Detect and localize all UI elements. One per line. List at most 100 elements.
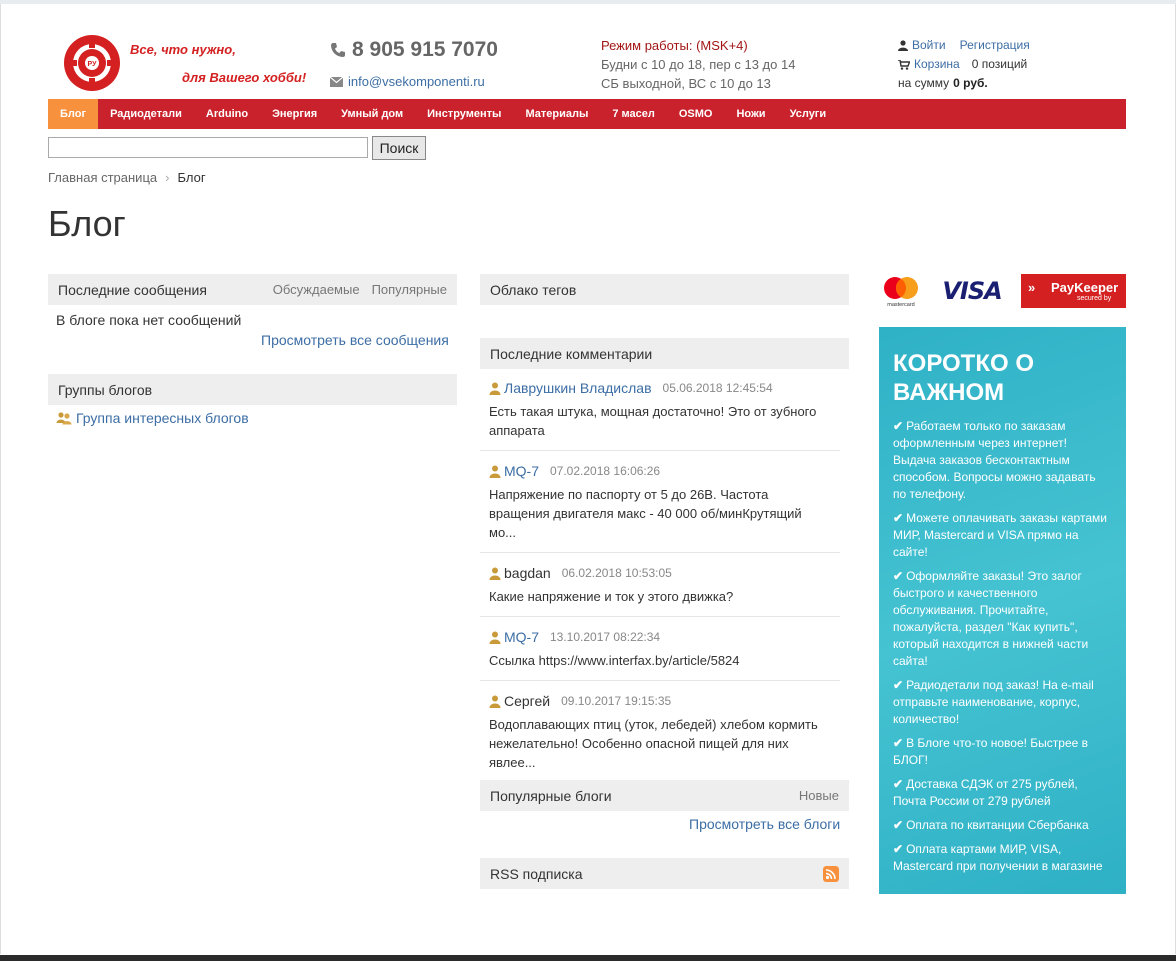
hours-title: Режим работы: (MSK+4) xyxy=(601,38,748,53)
check-icon: ✔ xyxy=(893,678,904,692)
search-button[interactable]: Поиск xyxy=(372,136,426,160)
nav-item-tools[interactable]: Инструменты xyxy=(415,99,513,129)
visa-logo: VISA xyxy=(942,277,1002,305)
info-point-text: Работаем только по заказам оформленным ч… xyxy=(893,419,1096,501)
nav-item-blog[interactable]: Блог xyxy=(48,99,99,129)
recent-comments-title: Последние комментарии xyxy=(490,345,653,362)
user-icon xyxy=(489,382,501,395)
check-icon: ✔ xyxy=(893,736,904,750)
comment-text[interactable]: Напряжение по паспорту от 5 до 26В. Част… xyxy=(489,485,831,542)
comment-date: 13.10.2017 08:22:34 xyxy=(550,630,661,644)
popular-blogs-header: Популярные блоги Новые xyxy=(480,780,849,811)
tag-cloud-header: Облако тегов xyxy=(480,274,849,305)
comment-text[interactable]: Есть такая штука, мощная достаточно! Это… xyxy=(489,402,831,440)
rss-icon[interactable] xyxy=(823,865,839,882)
info-point-text: Доставка СДЭК от 275 рублей, Почта Росси… xyxy=(893,777,1078,808)
cart-icon xyxy=(898,59,910,70)
user-icon xyxy=(489,465,501,478)
comment-text[interactable]: Какие напряжение и ток у этого движка? xyxy=(489,587,831,606)
nav-item-arduino[interactable]: Arduino xyxy=(194,99,260,129)
check-icon: ✔ xyxy=(893,569,904,583)
cart-link[interactable]: Корзина xyxy=(914,55,960,74)
group-icon xyxy=(56,412,72,425)
nav-item-knives[interactable]: Ножи xyxy=(724,99,777,129)
envelope-icon xyxy=(330,76,343,87)
nav-item-services[interactable]: Услуги xyxy=(778,99,839,129)
check-icon: ✔ xyxy=(893,818,904,832)
site-logo[interactable]: РУ xyxy=(62,33,122,93)
paykeeper-arrows-icon: » xyxy=(1028,280,1036,295)
bottom-bar xyxy=(0,955,1176,961)
nav-item-radiodetali[interactable]: Радиодетали xyxy=(98,99,194,129)
check-icon: ✔ xyxy=(893,511,904,525)
comment-item: MQ-7 07.02.2018 16:06:26 Напряжение по п… xyxy=(480,461,840,553)
recent-posts-title[interactable]: Последние сообщения xyxy=(58,282,207,298)
no-posts-message: В блоге пока нет сообщений xyxy=(56,312,242,328)
tab-discussed[interactable]: Обсуждаемые xyxy=(273,282,360,297)
comment-text[interactable]: Ссылка https://www.interfax.by/article/5… xyxy=(489,651,831,670)
frame-left-border xyxy=(0,4,1,954)
email-link[interactable]: info@vsekomponenti.ru xyxy=(330,74,485,89)
slogan-line-1: Все, что нужно, xyxy=(130,42,236,57)
blog-groups-title: Группы блогов xyxy=(58,381,153,398)
comments-list: Лаврушкин Владислав 05.06.2018 12:45:54 … xyxy=(480,378,840,792)
popular-blogs-title[interactable]: Популярные блоги xyxy=(490,788,612,804)
login-link[interactable]: Войти xyxy=(912,36,946,55)
comment-author: bagdan xyxy=(504,565,551,581)
nav-item-materials[interactable]: Материалы xyxy=(513,99,600,129)
account-block: Войти Регистрация Корзина 0 позиций на с… xyxy=(898,36,1030,93)
blog-group-link[interactable]: Группа интересных блогов xyxy=(76,410,249,426)
paykeeper-subtext: secured by xyxy=(1077,295,1112,302)
working-hours: Режим работы: (MSK+4) Будни с 10 до 18, … xyxy=(601,36,795,93)
nav-item-energy[interactable]: Энергия xyxy=(260,99,329,129)
nav-item-7-oils[interactable]: 7 масел xyxy=(600,99,667,129)
tab-new[interactable]: Новые xyxy=(799,788,839,803)
info-point-text[interactable]: В Блоге что-то новое! Быстрее в БЛОГ! xyxy=(893,736,1088,767)
check-icon: ✔ xyxy=(893,419,904,433)
comment-author: Сергей xyxy=(504,693,551,709)
blog-group-item[interactable]: Группа интересных блогов xyxy=(56,410,249,426)
comment-author[interactable]: Лаврушкин Владислав xyxy=(504,378,652,398)
nav-item-osmo[interactable]: OSMO xyxy=(667,99,725,129)
info-point: ✔ Радиодетали под заказ! На e-mail отправ… xyxy=(893,677,1112,728)
comment-date: 05.06.2018 12:45:54 xyxy=(662,381,773,395)
rss-header: RSS подписка xyxy=(480,858,849,889)
search-input[interactable] xyxy=(48,137,368,158)
comment-date: 06.02.2018 10:53:05 xyxy=(561,566,672,580)
comment-text[interactable]: Водоплавающих птиц (уток, лебедей) хлебо… xyxy=(489,715,831,772)
check-icon: ✔ xyxy=(893,777,904,791)
comment-item: Сергей 09.10.2017 19:15:35 Водоплавающих… xyxy=(480,691,840,782)
breadcrumb-current: Блог xyxy=(177,170,206,185)
user-icon xyxy=(489,567,501,580)
cart-sum-prefix: на сумму xyxy=(898,76,950,90)
register-link[interactable]: Регистрация xyxy=(960,36,1030,55)
main-nav: Блог Радиодетали Arduino Энергия Умный д… xyxy=(48,99,1126,129)
comment-author[interactable]: MQ-7 xyxy=(504,627,539,647)
view-all-posts-link[interactable]: Просмотреть все сообщения xyxy=(261,332,449,348)
svg-text:РУ: РУ xyxy=(88,61,98,68)
comment-author[interactable]: MQ-7 xyxy=(504,461,539,481)
breadcrumb-home[interactable]: Главная страница xyxy=(48,170,157,185)
view-all-blogs-link[interactable]: Просмотреть все блоги xyxy=(689,816,840,832)
info-point-text: Оплата картами МИР, VISA, Mastercard при… xyxy=(893,842,1103,873)
recent-posts-header: Последние сообщения Обсуждаемые Популярн… xyxy=(48,274,457,305)
blog-groups-header: Группы блогов xyxy=(48,374,457,405)
important-info-box: КОРОТКО О ВАЖНОМ ✔ Работаем только по зак… xyxy=(879,327,1126,894)
paykeeper-text: PayKeeper xyxy=(1051,280,1119,295)
phone-number[interactable]: 8 905 915 7070 xyxy=(330,38,498,62)
info-point: ✔ Оплата по квитанции Сбербанка xyxy=(893,817,1112,834)
tab-popular[interactable]: Популярные xyxy=(372,282,447,297)
rss-title: RSS подписка xyxy=(490,865,583,882)
user-icon xyxy=(489,631,501,644)
nav-item-smart-home[interactable]: Умный дом xyxy=(329,99,415,129)
info-title: КОРОТКО О ВАЖНОМ xyxy=(893,350,1034,406)
user-icon xyxy=(489,695,501,708)
info-point-text: Радиодетали под заказ! На e-mail отправь… xyxy=(893,678,1094,726)
recent-comments-header: Последние комментарии xyxy=(480,338,849,369)
info-point: ✔ Доставка СДЭК от 275 рублей, Почта Росс… xyxy=(893,776,1112,810)
info-point: ✔ Работаем только по заказам оформленным … xyxy=(893,418,1112,503)
cart-count: 0 позиций xyxy=(971,57,1028,71)
info-point: ✔ Оплата картами МИР, VISA, Mastercard пр… xyxy=(893,841,1112,875)
comment-date: 07.02.2018 16:06:26 xyxy=(550,464,661,478)
info-point: ✔ В Блоге что-то новое! Быстрее в БЛОГ! xyxy=(893,735,1112,769)
